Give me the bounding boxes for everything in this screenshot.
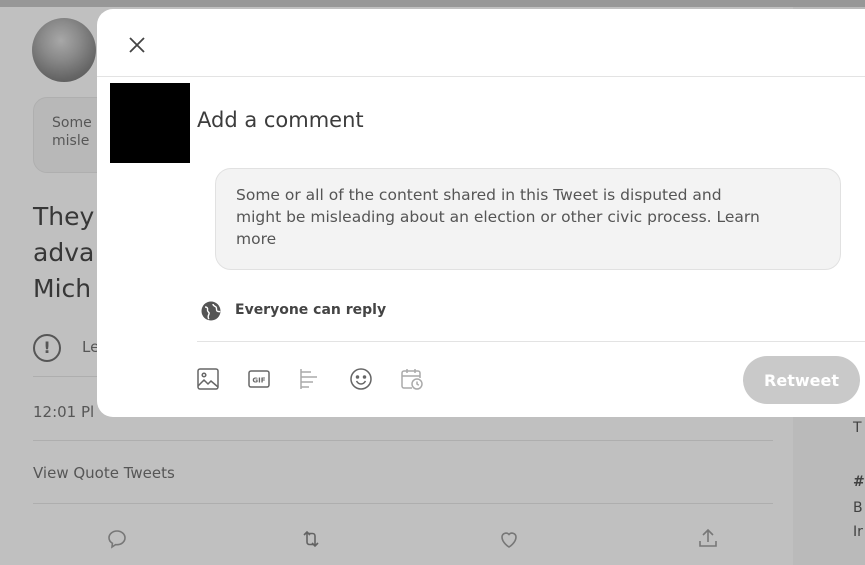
poll-icon[interactable] [297,366,323,392]
svg-text:GIF: GIF [252,377,265,385]
schedule-icon[interactable] [399,366,425,392]
retweet-button[interactable]: Retweet [743,356,860,404]
comment-input[interactable] [197,108,797,132]
toolbar-divider [197,341,865,342]
image-icon[interactable] [195,366,221,392]
quote-line: Some or all of the content shared in thi… [236,186,722,204]
user-avatar-redacted [110,83,190,163]
reply-setting-label: Everyone can reply [235,302,387,318]
header-divider [97,76,865,77]
retweet-with-comment-dialog: Some or all of the content shared in thi… [97,9,865,417]
gif-icon[interactable]: GIF [246,366,272,392]
close-icon[interactable] [123,31,151,59]
quoted-tweet-notice[interactable]: Some or all of the content shared in thi… [215,168,841,270]
emoji-icon[interactable] [348,366,374,392]
quote-line: more [236,230,277,248]
quote-line: might be misleading about an election or… [236,208,760,226]
globe-icon [201,301,221,321]
